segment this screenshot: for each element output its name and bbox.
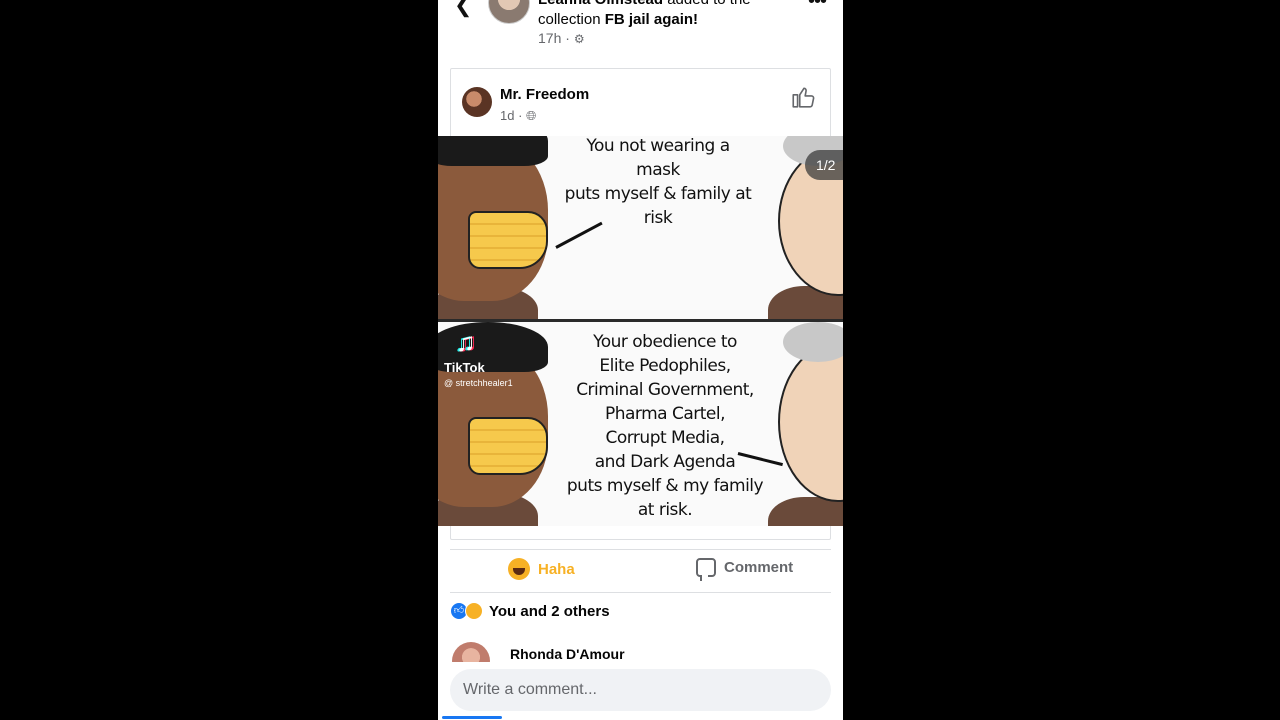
mask-left [468,417,548,475]
comment-bubble-icon [696,558,716,581]
haha-label: Haha [538,560,575,578]
post-meta: 17h · ⚙ [538,30,585,46]
tiktok-watermark: TikTok [444,360,485,375]
post-screen: ❮ Leanna Olmstead added to the collectio… [438,0,843,720]
meme-line: puts myself & family at [564,184,752,204]
back-button[interactable]: ❮ [454,0,474,16]
meme-image[interactable]: You not wearing a mask puts myself & fam… [438,136,843,526]
face-right [778,342,843,502]
thumbs-up-icon[interactable] [790,84,816,110]
meme-line: risk [643,208,673,228]
meme-line: Elite Pedophiles, [599,356,731,376]
hair-left [438,136,548,166]
haha-emoji-icon [508,558,530,580]
comment-input[interactable] [450,669,831,711]
chevron-left-icon: ❮ [454,0,473,17]
meme-line: Your obedience to [593,332,737,352]
commenter-name[interactable]: Rhonda D'Amour [510,646,625,662]
haha-reaction-icon [465,602,483,620]
meme-line: at risk. [637,500,693,520]
comment-button[interactable]: Comment [696,558,794,581]
shared-post-meta: 1d · 🌐︎ [500,108,537,123]
avatar[interactable] [488,0,530,24]
meme-line: Corrupt Media, [605,428,725,448]
shared-author-name[interactable]: Mr. Freedom [500,86,589,103]
meme-line: You not wearing a [586,136,730,156]
haha-reaction-button[interactable]: Haha [508,558,575,580]
post-time: 17h [538,30,562,46]
loading-indicator [442,716,502,719]
comment-label: Comment [724,559,794,576]
meme-text-top: You not wearing a mask puts myself & fam… [548,136,768,230]
shared-author-avatar[interactable] [462,87,492,117]
meme-line: Pharma Cartel, [604,404,726,424]
meme-line: puts myself & my family [566,476,764,496]
post-header-text: Leanna Olmstead added to the collection … [538,0,798,30]
more-dots-icon: ••• [808,0,827,12]
globe-icon: 🌐︎ [526,108,537,123]
meme-panel-bottom: Your obedience to Elite Pedophiles, Crim… [438,322,843,526]
image-counter: 1/2 [805,150,843,180]
collection-name[interactable]: FB jail again! [605,11,698,28]
more-options-button[interactable]: ••• [808,0,827,11]
hair-right [783,322,843,362]
meme-line: Criminal Government, [576,380,754,400]
divider [450,549,831,550]
author-name[interactable]: Leanna Olmstead [538,0,663,8]
gear-icon: ⚙ [573,32,585,46]
reaction-count-text: You and 2 others [489,602,610,620]
meme-line: mask [636,160,680,180]
meme-text-bottom: Your obedience to Elite Pedophiles, Crim… [550,330,780,522]
tiktok-logo-icon: ♫ [456,327,476,357]
divider [450,592,831,593]
mask-left [468,211,548,269]
reaction-summary[interactable]: 👍︎ You and 2 others [450,602,610,620]
tiktok-username: @ stretchhealer1 [444,378,513,388]
meme-panel-top: You not wearing a mask puts myself & fam… [438,136,843,320]
shared-post-time: 1d [500,108,515,123]
